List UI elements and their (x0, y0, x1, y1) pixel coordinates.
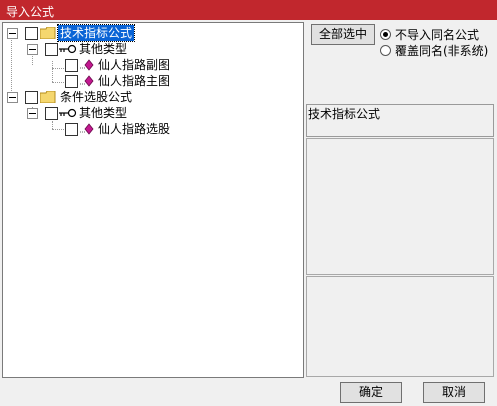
collapse-icon[interactable] (27, 44, 38, 55)
gem-icon (80, 75, 94, 87)
tree-node-label[interactable]: 仙人指路选股 (96, 121, 172, 137)
tree-node-other-types-2[interactable]: 其他类型 (3, 105, 301, 121)
tree-node-mainchart[interactable]: 仙人指路主图 (3, 73, 301, 89)
folder-icon (40, 91, 56, 103)
radio-overwrite-duplicates[interactable] (380, 45, 391, 56)
tree-node-technical-formulas[interactable]: 技术指标公式 (3, 24, 301, 42)
formula-type-panel: 技术指标公式 (306, 104, 494, 137)
node-checkbox[interactable] (65, 75, 78, 88)
ok-button[interactable]: 确定 (340, 382, 402, 403)
select-all-button[interactable]: 全部选中 (311, 24, 375, 45)
folder-icon (40, 27, 56, 39)
radio-skip-duplicates[interactable] (380, 29, 391, 40)
collapse-icon[interactable] (27, 108, 38, 119)
gem-icon (80, 59, 94, 71)
tree-node-subchart[interactable]: 仙人指路副图 (3, 57, 301, 73)
node-checkbox[interactable] (65, 123, 78, 136)
node-checkbox[interactable] (45, 107, 58, 120)
tree-node-label[interactable]: 仙人指路副图 (96, 57, 172, 73)
tree-node-stock-screening[interactable]: 条件选股公式 (3, 89, 301, 105)
tree-node-label[interactable]: 技术指标公式 (56, 24, 136, 42)
node-checkbox[interactable] (45, 43, 58, 56)
node-checkbox[interactable] (25, 91, 38, 104)
node-checkbox[interactable] (65, 59, 78, 72)
collapse-icon[interactable] (7, 92, 18, 103)
key-icon (59, 44, 77, 54)
tree-node-label[interactable]: 其他类型 (77, 105, 129, 121)
formula-description-panel (306, 138, 494, 275)
key-icon (59, 108, 77, 118)
formula-type-text: 技术指标公式 (308, 107, 381, 121)
tree-node-label[interactable]: 其他类型 (77, 41, 129, 57)
tree-node-label[interactable]: 条件选股公式 (58, 89, 134, 105)
formula-tree[interactable]: 技术指标公式 其他类型 仙人指路副图 仙人指路主图 条件选股公式 其他类型 仙人… (2, 22, 304, 378)
formula-params-panel (306, 276, 494, 377)
window-title: 导入公式 (6, 5, 55, 19)
collapse-icon[interactable] (7, 28, 18, 39)
node-checkbox[interactable] (25, 27, 38, 40)
gem-icon (80, 123, 94, 135)
tree-node-screening[interactable]: 仙人指路选股 (3, 121, 301, 137)
cancel-button[interactable]: 取消 (423, 382, 485, 403)
radio-skip-label[interactable]: 不导入同名公式 (395, 26, 479, 43)
radio-overwrite-label[interactable]: 覆盖同名(非系统) (395, 42, 488, 59)
tree-node-label[interactable]: 仙人指路主图 (96, 73, 172, 89)
tree-node-other-types[interactable]: 其他类型 (3, 41, 301, 57)
title-bar: 导入公式 (0, 0, 497, 20)
